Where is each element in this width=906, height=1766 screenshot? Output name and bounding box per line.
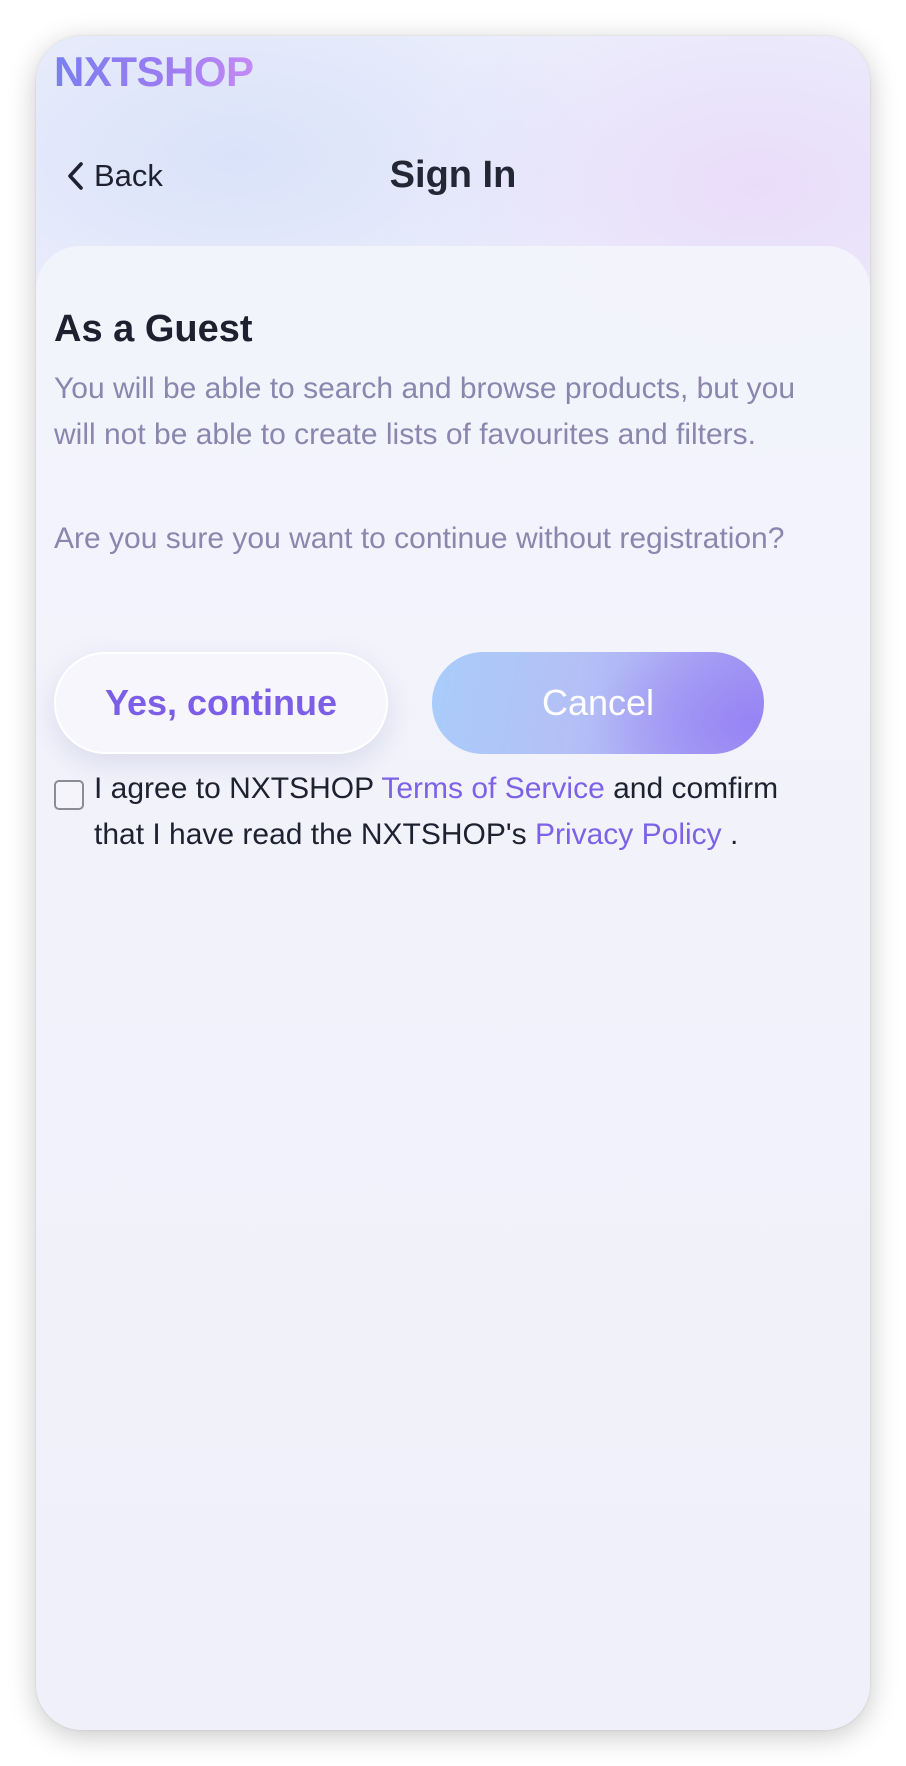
privacy-policy-link[interactable]: Privacy Policy — [535, 818, 722, 851]
terms-agreement: I agree to NXTSHOP Terms of Service and … — [54, 766, 854, 858]
top-navigation: Back Sign In — [36, 136, 870, 216]
page-title: Sign In — [389, 154, 517, 196]
guest-description: You will be able to search and browse pr… — [54, 372, 796, 451]
screen: NXTSHOP Back Sign In As a Guest You will… — [0, 0, 906, 1766]
terms-of-service-link[interactable]: Terms of Service — [381, 772, 604, 805]
yes-continue-button[interactable]: Yes, continue — [54, 652, 388, 754]
guest-heading: As a Guest — [54, 308, 253, 350]
phone-frame: NXTSHOP Back Sign In As a Guest You will… — [36, 36, 870, 1730]
guest-sheet: As a Guest You will be able to search an… — [36, 246, 870, 1730]
agreement-text-part-1: I agree to NXTSHOP — [94, 772, 382, 805]
agree-checkbox[interactable] — [54, 780, 84, 810]
cancel-button[interactable]: Cancel — [432, 652, 764, 754]
agreement-text-part-3: . — [721, 818, 739, 851]
app-logo: NXTSHOP — [54, 48, 254, 95]
agreement-text: I agree to NXTSHOP Terms of Service and … — [94, 766, 794, 858]
guest-question: Are you sure you want to continue withou… — [54, 522, 785, 555]
